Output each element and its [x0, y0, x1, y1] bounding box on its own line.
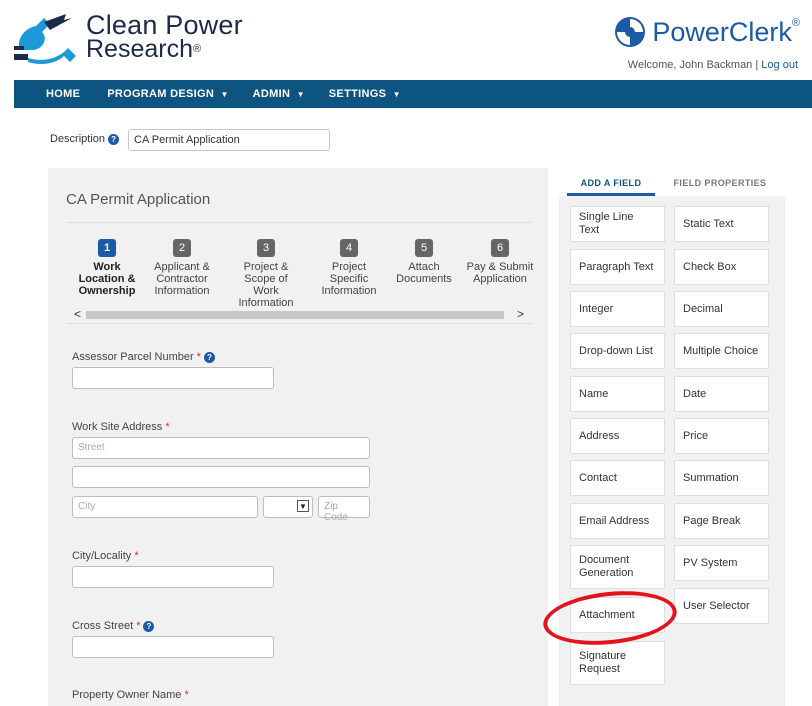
- nav-program-design[interactable]: PROGRAM DESIGN ▼: [107, 88, 228, 100]
- description-input[interactable]: [128, 129, 330, 151]
- tab-field-properties[interactable]: FIELD PROPERTIES: [665, 170, 775, 196]
- help-icon[interactable]: ?: [204, 351, 215, 363]
- help-icon[interactable]: ?: [108, 133, 120, 145]
- field-user-selector[interactable]: User Selector: [674, 588, 769, 624]
- city-locality-label: City/Locality *: [72, 550, 139, 562]
- scroll-left-icon[interactable]: <: [74, 307, 81, 321]
- apn-input[interactable]: [72, 367, 274, 389]
- owner-name-label: Property Owner Name *: [72, 689, 189, 701]
- work-site-label: Work Site Address *: [72, 421, 170, 433]
- divider: [66, 222, 532, 223]
- brand-name-line2: Research®: [86, 35, 202, 63]
- scrollbar-thumb[interactable]: [86, 311, 504, 319]
- nav-admin[interactable]: ADMIN ▼: [253, 88, 305, 100]
- field-summation[interactable]: Summation: [674, 460, 769, 496]
- powerclerk-logo[interactable]: PowerClerk®: [614, 14, 800, 50]
- chevron-down-icon: ▼: [296, 90, 305, 99]
- product-name: PowerClerk®: [652, 16, 800, 47]
- field-signature-request[interactable]: Signature Request: [570, 641, 665, 685]
- apn-label: Assessor Parcel Number *?: [72, 351, 215, 363]
- field-paragraph-text[interactable]: Paragraph Text: [570, 249, 665, 285]
- field-decimal[interactable]: Decimal: [674, 291, 769, 327]
- powerclerk-swirl-icon: [615, 17, 646, 47]
- field-static-text[interactable]: Static Text: [674, 206, 769, 242]
- scroll-right-icon[interactable]: >: [517, 307, 524, 321]
- field-email-address[interactable]: Email Address: [570, 503, 665, 539]
- step-4[interactable]: 4 Project Specific Information: [314, 239, 384, 297]
- cross-street-input[interactable]: [72, 636, 274, 658]
- step-3[interactable]: 3 Project & Scope of Work Information: [231, 239, 301, 309]
- city-input[interactable]: City: [72, 496, 258, 518]
- chevron-down-icon: ▼: [220, 90, 229, 99]
- main-nav: HOME PROGRAM DESIGN ▼ ADMIN ▼ SETTINGS ▼: [14, 80, 812, 108]
- description-label: Description?: [50, 133, 120, 145]
- city-locality-input[interactable]: [72, 566, 274, 588]
- state-select[interactable]: ▼: [263, 496, 313, 518]
- field-address[interactable]: Address: [570, 418, 665, 454]
- tab-add-a-field[interactable]: ADD A FIELD: [567, 170, 655, 196]
- zip-input[interactable]: Zip Code: [318, 496, 370, 523]
- field-date[interactable]: Date: [674, 376, 769, 412]
- field-tabs: ADD A FIELD FIELD PROPERTIES: [559, 170, 785, 196]
- logout-link[interactable]: Log out: [761, 59, 798, 71]
- field-multiple-choice[interactable]: Multiple Choice: [674, 333, 769, 369]
- plug-logo-icon: [14, 14, 76, 64]
- field-name[interactable]: Name: [570, 376, 665, 412]
- cross-street-label: Cross Street *?: [72, 620, 155, 632]
- field-document-generation[interactable]: Document Generation: [570, 545, 665, 589]
- steps-scrollbar[interactable]: < >: [72, 307, 526, 321]
- field-page-break[interactable]: Page Break: [674, 503, 769, 539]
- field-integer[interactable]: Integer: [570, 291, 665, 327]
- chevron-down-icon: ▼: [297, 500, 309, 512]
- welcome-message: Welcome, John Backman | Log out: [627, 59, 798, 71]
- form-title: CA Permit Application: [66, 191, 211, 208]
- step-1[interactable]: 1 Work Location & Ownership: [72, 239, 142, 297]
- field-single-line-text[interactable]: Single Line Text: [570, 206, 665, 242]
- divider: [66, 323, 532, 324]
- street-input[interactable]: Street: [72, 437, 370, 459]
- step-6[interactable]: 6 Pay & Submit Application: [465, 239, 535, 285]
- app-header: Clean Power Research® PowerClerk® Welcom…: [0, 0, 812, 80]
- step-5[interactable]: 5 Attach Documents: [389, 239, 459, 285]
- clean-power-research-logo[interactable]: Clean Power Research®: [14, 8, 254, 68]
- field-pv-system[interactable]: PV System: [674, 545, 769, 581]
- step-2[interactable]: 2 Applicant & Contractor Information: [147, 239, 217, 297]
- nav-settings[interactable]: SETTINGS ▼: [329, 88, 401, 100]
- chevron-down-icon: ▼: [392, 90, 401, 99]
- help-icon[interactable]: ?: [143, 620, 155, 632]
- street2-input[interactable]: [72, 466, 370, 488]
- field-drop-down-list[interactable]: Drop-down List: [570, 333, 665, 369]
- field-contact[interactable]: Contact: [570, 460, 665, 496]
- field-check-box[interactable]: Check Box: [674, 249, 769, 285]
- nav-home[interactable]: HOME: [46, 88, 83, 100]
- field-price[interactable]: Price: [674, 418, 769, 454]
